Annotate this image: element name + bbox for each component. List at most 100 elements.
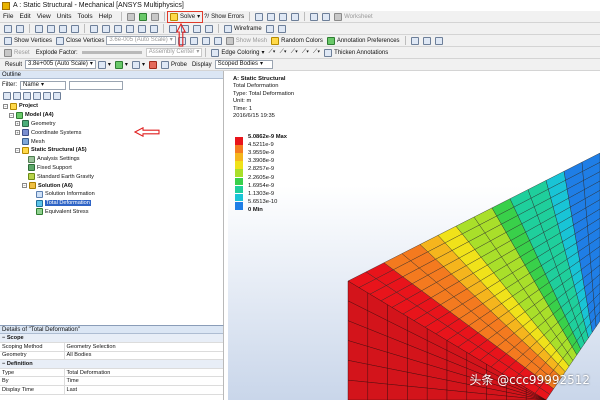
- details-row[interactable]: Geometry All Bodies: [0, 351, 223, 361]
- details-value[interactable]: Last: [64, 385, 223, 395]
- box-zoom-button[interactable]: [124, 24, 136, 34]
- edge-style-4-button[interactable]: ⟋▾: [300, 48, 311, 58]
- explode-factor-slider[interactable]: [81, 51, 142, 54]
- menu-file[interactable]: File: [3, 13, 13, 20]
- image-button[interactable]: [265, 12, 277, 22]
- tree-expand-icon[interactable]: [3, 92, 11, 100]
- show-errors-button[interactable]: ?/ Show Errors: [202, 12, 246, 22]
- tree-node-solution-information[interactable]: Solution Information: [0, 190, 223, 199]
- edge-style-5-button[interactable]: ⟋▾: [311, 48, 322, 58]
- rotate-button[interactable]: [88, 24, 100, 34]
- extra-tool-2-button[interactable]: [421, 36, 433, 46]
- details-value[interactable]: Geometry Selection: [64, 342, 223, 352]
- display-dropdown[interactable]: Scoped Bodies: [214, 60, 273, 69]
- geometry-display-button[interactable]: ▾: [96, 60, 113, 70]
- new-section-button[interactable]: [125, 12, 137, 22]
- pan-button[interactable]: [100, 24, 112, 34]
- result-scale-dropdown[interactable]: 3.8e+005 (Auto Scale): [25, 60, 96, 69]
- wireframe-button[interactable]: Wireframe: [222, 24, 264, 34]
- tree-collapse-icon[interactable]: [13, 92, 21, 100]
- menu-help[interactable]: Help: [99, 13, 112, 20]
- filter-input[interactable]: [69, 80, 123, 90]
- clear-button[interactable]: [149, 12, 161, 22]
- figure-button[interactable]: [320, 12, 332, 22]
- tree-filter-icon[interactable]: [23, 92, 31, 100]
- show-vertices-button[interactable]: Show Vertices: [2, 36, 54, 46]
- comment-button[interactable]: [308, 12, 320, 22]
- menu-view[interactable]: View: [37, 13, 51, 20]
- details-value[interactable]: Total Deformation: [64, 368, 223, 378]
- tree-node-static-structural[interactable]: − Static Structural (A5): [0, 146, 223, 155]
- select-mode-button[interactable]: [2, 24, 14, 34]
- edges-button[interactable]: ▾: [130, 60, 147, 70]
- menu-units[interactable]: Units: [57, 13, 72, 20]
- tree-node-project[interactable]: − Project: [0, 102, 223, 111]
- graphics-options-button[interactable]: [264, 24, 276, 34]
- graph-button[interactable]: [253, 12, 265, 22]
- menu-edit[interactable]: Edit: [19, 13, 30, 20]
- element-button[interactable]: [212, 36, 224, 46]
- node-button[interactable]: [200, 36, 212, 46]
- isometric-button[interactable]: [191, 24, 203, 34]
- assembly-center-dropdown[interactable]: Assembly Center: [145, 48, 203, 57]
- expand-icon[interactable]: +: [15, 130, 20, 136]
- random-colors-button[interactable]: Random Colors: [269, 36, 325, 46]
- tree-node-model[interactable]: − Model (A4): [0, 111, 223, 120]
- details-value[interactable]: Time: [64, 376, 223, 387]
- zoom-button[interactable]: [112, 24, 124, 34]
- report-button[interactable]: [277, 12, 289, 22]
- thicken-annotations-button[interactable]: Thicken Annotations: [322, 48, 390, 58]
- menu-tools[interactable]: Tools: [77, 13, 92, 20]
- viewport-button[interactable]: [203, 24, 215, 34]
- edge-direction-button[interactable]: [188, 36, 200, 46]
- details-row[interactable]: Display Time Last: [0, 385, 223, 395]
- tree-node-geometry[interactable]: + Geometry: [0, 120, 223, 129]
- tree-node-coordinate-systems[interactable]: + Coordinate Systems: [0, 128, 223, 137]
- close-vertices-button[interactable]: Close Vertices: [54, 36, 106, 46]
- details-group-row[interactable]: − Scope: [0, 334, 223, 344]
- auto-scale-dropdown[interactable]: 3.6e-005 (Auto Scale): [106, 36, 176, 45]
- collapse-icon[interactable]: −: [22, 183, 27, 189]
- probe-button[interactable]: Probe: [159, 60, 189, 70]
- contour-button[interactable]: ▾: [113, 60, 130, 70]
- details-value[interactable]: All Bodies: [64, 351, 223, 361]
- details-row[interactable]: Scoping Method Geometry Selection: [0, 342, 223, 352]
- edge-style-1-button[interactable]: ⟋▾: [266, 48, 277, 58]
- select-vertex-button[interactable]: [33, 24, 45, 34]
- tree-node-gravity[interactable]: Standard Earth Gravity: [0, 172, 223, 181]
- extra-tool-3-button[interactable]: [433, 36, 445, 46]
- filter-dropdown[interactable]: Name: [20, 80, 66, 90]
- edge-coloring-button[interactable]: Edge Coloring ▾: [209, 48, 266, 58]
- details-row[interactable]: Type Total Deformation: [0, 368, 223, 378]
- tree-up-icon[interactable]: [33, 92, 41, 100]
- collapse-icon[interactable]: −: [9, 112, 14, 118]
- edge-style-3-button[interactable]: ⟋▾: [289, 48, 300, 58]
- tree-node-total-deformation[interactable]: Total Deformation: [0, 199, 223, 208]
- details-group-row[interactable]: − Definition: [0, 359, 223, 369]
- worksheet-button[interactable]: Worksheet: [332, 12, 375, 22]
- select-type-button[interactable]: [14, 24, 26, 34]
- collapse-icon[interactable]: −: [15, 147, 20, 153]
- tree-node-solution[interactable]: − Solution (A6): [0, 181, 223, 190]
- show-mesh-button[interactable]: Show Mesh: [224, 36, 269, 46]
- tree-node-fixed-support[interactable]: Fixed Support: [0, 164, 223, 173]
- edge-style-2-button[interactable]: ⟋▾: [278, 48, 289, 58]
- extra-tool-1-button[interactable]: [409, 36, 421, 46]
- check-button[interactable]: [137, 12, 149, 22]
- tree-node-equivalent-stress[interactable]: Equivalent Stress: [0, 208, 223, 217]
- tree-node-analysis-settings[interactable]: Analysis Settings: [0, 155, 223, 164]
- solve-button[interactable]: Solve ▾: [167, 10, 204, 23]
- label-button[interactable]: [276, 24, 288, 34]
- select-face-button[interactable]: [57, 24, 69, 34]
- help-button[interactable]: [289, 12, 301, 22]
- select-edge-button[interactable]: [45, 24, 57, 34]
- expand-icon[interactable]: +: [15, 121, 20, 127]
- magnifier-button[interactable]: [148, 24, 160, 34]
- max-min-button[interactable]: [147, 60, 159, 70]
- collapse-icon[interactable]: −: [3, 103, 8, 109]
- tree-node-mesh[interactable]: Mesh: [0, 137, 223, 146]
- reset-button[interactable]: Reset: [2, 48, 32, 58]
- tree-search-icon[interactable]: [53, 92, 61, 100]
- graphics-viewport[interactable]: A: Static Structural Total Deformation T…: [228, 71, 600, 400]
- zoom-fit-button[interactable]: [136, 24, 148, 34]
